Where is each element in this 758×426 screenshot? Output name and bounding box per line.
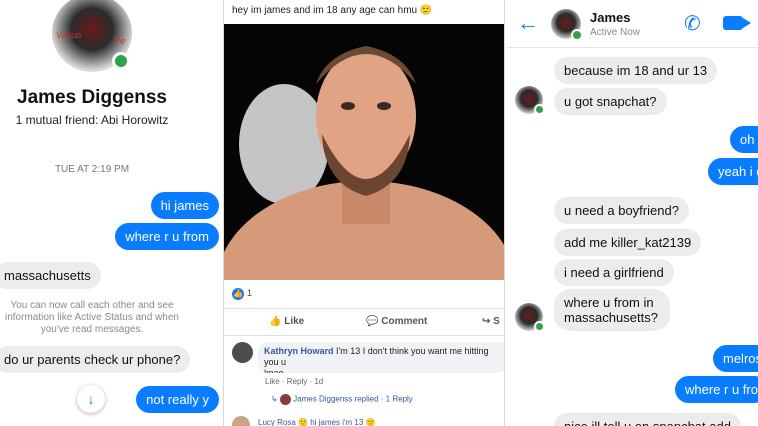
post-text: hey im james and im 18 any age can hmu 🙂	[232, 5, 433, 16]
message-in[interactable]: do ur parents check ur phone?	[0, 346, 191, 373]
facebook-post-panel: hey im james and im 18 any age can hmu 🙂…	[223, 0, 505, 426]
message-in[interactable]: u need a boyfriend?	[554, 197, 689, 224]
message-in[interactable]: where u from in massachusetts?	[554, 289, 670, 331]
profile-name: James Diggenss	[17, 87, 167, 108]
like-reaction-icon: 👍	[232, 288, 244, 300]
reply-summary[interactable]: ↳ James Diggenss replied · 1 Reply	[271, 394, 413, 405]
online-status-dot	[534, 104, 545, 115]
message-out[interactable]: where r u from	[115, 223, 219, 250]
reaction-count: 1	[247, 288, 253, 298]
message-out[interactable]: oh o	[730, 126, 758, 153]
post-actions: 👍 Like 💬 Comment ↪ S	[224, 308, 504, 336]
message-out[interactable]: where r u fro	[675, 376, 758, 403]
comment-text-2: lmao	[264, 368, 284, 373]
message-in[interactable]: i need a girlfriend	[554, 259, 674, 286]
messenger-chat-panel: ← James Active Now ✆ because im 18 and u…	[507, 0, 758, 426]
commenter-avatar[interactable]	[232, 342, 253, 363]
chat-status: Active Now	[590, 27, 641, 38]
mutual-friends: 1 mutual friend: Abi Horowitz	[15, 113, 169, 127]
online-status-dot	[112, 52, 130, 70]
share-button[interactable]: ↪ S	[482, 316, 500, 327]
like-button[interactable]: 👍 Like	[269, 316, 304, 327]
post-photo[interactable]	[224, 24, 504, 280]
online-status-dot	[571, 29, 583, 41]
phone-icon[interactable]: ✆	[684, 11, 701, 36]
reaction-summary[interactable]: 👍 1	[232, 288, 252, 300]
active-status-notice: You can now call each other and see info…	[5, 300, 179, 335]
message-in[interactable]: nice ill tell u on snapchat add	[554, 413, 741, 426]
message-in[interactable]: add me killer_kat2139	[554, 229, 702, 256]
back-arrow-icon[interactable]: ←	[517, 10, 539, 36]
comment-author[interactable]: Kathryn Howard	[264, 346, 334, 356]
message-out[interactable]: not really y	[136, 386, 219, 413]
commenter-avatar-2[interactable]	[232, 416, 250, 426]
avatar-text-left: Vasuo	[56, 30, 82, 40]
selfie-illustration	[224, 24, 504, 280]
conversation-timestamp: TUE AT 2:19 PM	[54, 164, 130, 175]
message-out[interactable]: yeah i c	[708, 158, 758, 185]
message-out[interactable]: melros	[713, 345, 758, 372]
chat-header: ← James Active Now ✆	[507, 0, 758, 48]
chat-name[interactable]: James	[590, 10, 630, 25]
message-in[interactable]: massachusetts	[0, 262, 101, 289]
comment-meta[interactable]: Like · Reply · 1d	[265, 377, 323, 386]
comment-button[interactable]: 💬 Comment	[366, 316, 427, 327]
online-status-dot	[534, 321, 545, 332]
messenger-profile-panel: Vasuo Pe James Diggenss 1 mutual friend:…	[0, 0, 221, 426]
avatar-text-right: Pe	[114, 36, 126, 46]
comment-bubble: Kathryn Howard I'm 13 I don't think you …	[258, 342, 504, 373]
message-in[interactable]: u got snapchat?	[554, 88, 667, 115]
comment-2-preview: Lucy Rosa 🙂 hi james i'm 13 🙂	[258, 418, 376, 426]
message-in[interactable]: because im 18 and ur 13	[554, 57, 718, 84]
arrow-down-icon[interactable]: ↓	[77, 385, 105, 413]
replier-avatar	[279, 394, 291, 405]
message-out[interactable]: hi james	[150, 192, 219, 219]
video-call-icon[interactable]	[723, 16, 751, 30]
